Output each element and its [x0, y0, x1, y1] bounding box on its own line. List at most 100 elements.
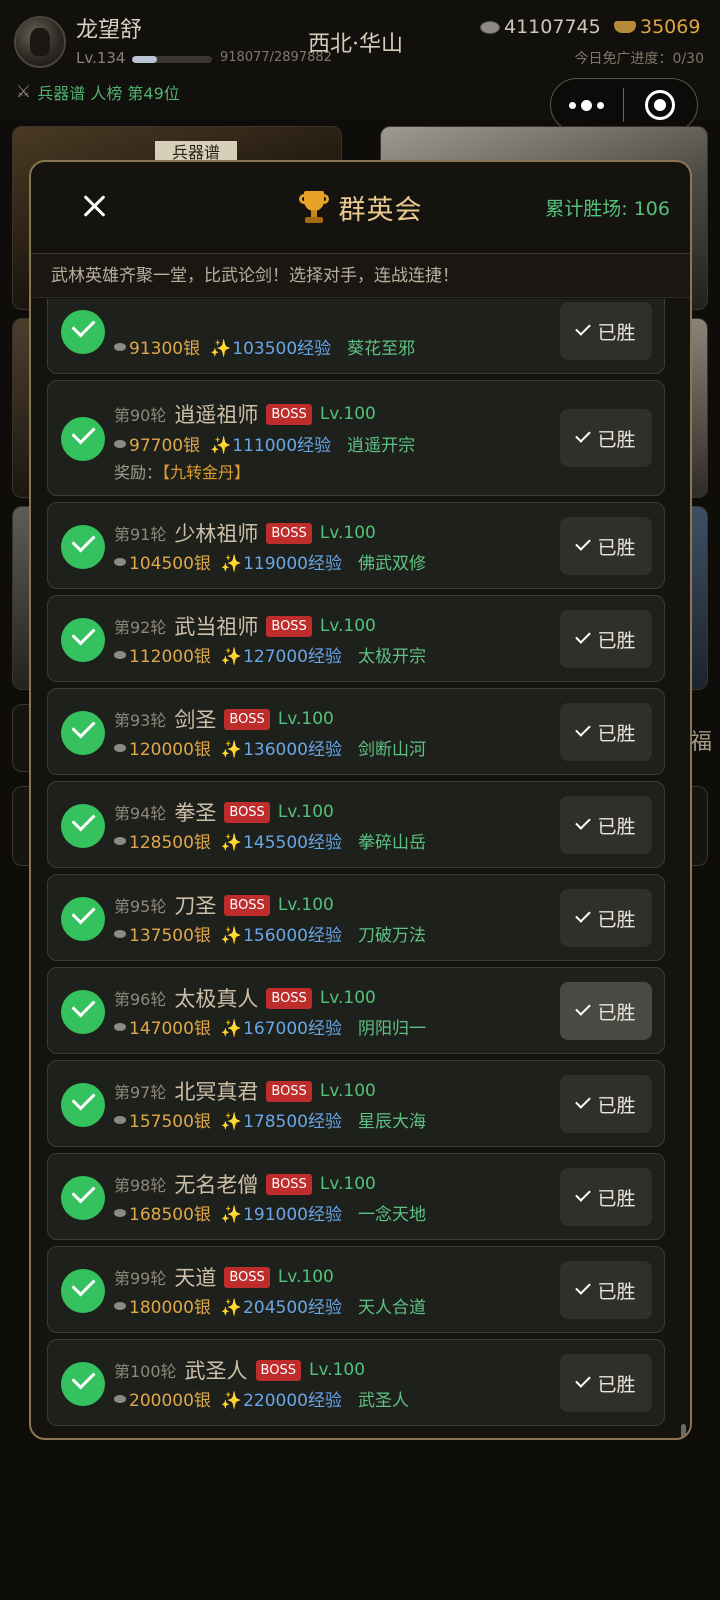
exp-reward-text: 145500经验	[243, 833, 342, 853]
opponent-row: 第96轮 太极真人 BOSS Lv.100 147000银 ✨167000经验 阴阳归一 已胜	[47, 967, 665, 1054]
opponent-header: 第98轮 无名老僧 BOSS Lv.100	[114, 1169, 376, 1199]
exp-reward-text: 119000经验	[243, 554, 342, 574]
won-button[interactable]: 已胜	[560, 703, 652, 761]
avatar[interactable]	[14, 16, 66, 68]
trophy-icon	[298, 190, 329, 225]
opponent-level: Lv.100	[277, 1267, 334, 1287]
opponent-name: 刀圣	[174, 894, 217, 918]
check-icon	[61, 525, 105, 569]
check-icon	[61, 897, 105, 941]
opponent-rewards: 91300银 ✨103500经验 葵花至邪	[114, 334, 415, 359]
player-level: Lv.134	[76, 49, 126, 67]
won-label: 已胜	[597, 722, 636, 745]
won-button[interactable]: 已胜	[560, 1261, 652, 1319]
opponent-row: 第95轮 刀圣 BOSS Lv.100 137500银 ✨156000经验 刀破万法 已胜	[47, 874, 665, 961]
checkmark-icon	[575, 721, 592, 737]
won-button[interactable]: 已胜	[560, 1354, 652, 1412]
opponent-level: Lv.100	[277, 709, 334, 729]
sparkle-icon: ✨	[220, 1019, 243, 1039]
exp-reward: ✨103500经验	[210, 334, 331, 359]
skill-name: 葵花至邪	[347, 339, 416, 359]
exp-reward-text: 167000经验	[243, 1019, 342, 1039]
silver-reward: 104500银	[114, 549, 211, 574]
skill-name: 剑断山河	[357, 740, 426, 760]
checkmark-icon	[575, 1000, 592, 1016]
round-label: 第100轮	[114, 1362, 177, 1381]
scrollbar[interactable]	[681, 1424, 686, 1438]
player-name: 龙望舒	[76, 18, 143, 43]
boss-badge: BOSS	[224, 801, 270, 823]
sparkle-icon: ✨	[220, 1205, 243, 1225]
won-button[interactable]: 已胜	[560, 1075, 652, 1133]
checkmark-icon	[575, 1093, 592, 1109]
check-icon	[61, 990, 105, 1034]
check-icon	[61, 618, 105, 662]
coin-icon	[114, 342, 126, 351]
sparkle-icon: ✨	[210, 436, 232, 456]
more-icon[interactable]	[551, 79, 623, 131]
opponent-header: 第100轮 武圣人 BOSS Lv.100	[114, 1355, 365, 1385]
won-button[interactable]: 已胜	[560, 517, 652, 575]
reward-item: 【九转金丹】	[162, 463, 251, 482]
exp-reward-text: 156000经验	[243, 926, 342, 946]
exp-reward: ✨111000经验	[210, 431, 331, 456]
boss-badge: BOSS	[266, 615, 312, 637]
silver-reward-text: 168500银	[129, 1205, 211, 1225]
opponent-level: Lv.100	[277, 802, 334, 822]
opponent-rewards: 137500银 ✨156000经验 刀破万法	[114, 921, 426, 946]
won-button[interactable]: 已胜	[560, 409, 652, 467]
round-label: 第98轮	[114, 1176, 167, 1195]
won-button[interactable]: 已胜	[560, 1168, 652, 1226]
opponent-row: 第91轮 少林祖师 BOSS Lv.100 104500银 ✨119000经验 佛武双修 已胜	[47, 502, 665, 589]
exp-reward: ✨220000经验	[221, 1386, 342, 1411]
won-button[interactable]: 已胜	[560, 610, 652, 668]
skill-name: 佛武双修	[357, 554, 426, 574]
silver-reward-text: 91300银	[129, 339, 201, 359]
coin-icon	[114, 929, 126, 938]
exp-reward: ✨204500经验	[221, 1293, 342, 1318]
coin-icon	[114, 743, 126, 752]
gold-amount: 35069	[640, 16, 701, 38]
opponent-rewards: 147000银 ✨167000经验 阴阳归一	[114, 1014, 426, 1039]
round-label: 第97轮	[114, 1083, 167, 1102]
silver-balance: 41107745	[480, 16, 601, 38]
silver-reward-text: 120000银	[129, 740, 211, 760]
coin-icon	[114, 650, 126, 659]
won-label: 已胜	[597, 815, 636, 838]
miniapp-capsule	[550, 78, 698, 132]
opponent-row: 第98轮 无名老僧 BOSS Lv.100 168500银 ✨191000经验 一念天地 已胜	[47, 1153, 665, 1240]
opponent-level: Lv.100	[319, 1081, 376, 1101]
exp-reward-text: 111000经验	[232, 436, 332, 456]
location-title[interactable]: 西北·华山	[308, 26, 403, 58]
sparkle-icon: ✨	[220, 740, 243, 760]
checkmark-icon	[575, 427, 592, 443]
capsule-close-icon[interactable]	[624, 79, 698, 131]
exp-reward: ✨191000经验	[221, 1200, 342, 1225]
won-label: 已胜	[597, 1094, 636, 1117]
checkmark-icon	[575, 814, 592, 830]
check-icon	[61, 711, 105, 755]
opponent-header: 第92轮 武当祖师 BOSS Lv.100	[114, 611, 376, 641]
weapon-rank[interactable]: ⚔ 兵器谱 人榜 第49位	[16, 80, 180, 104]
opponent-row: 第99轮 天道 BOSS Lv.100 180000银 ✨204500经验 天人合道 已胜	[47, 1246, 665, 1333]
opponent-name: 北冥真君	[174, 1080, 259, 1104]
check-icon	[61, 1362, 105, 1406]
opponent-header: 第95轮 刀圣 BOSS Lv.100	[114, 890, 334, 920]
won-button[interactable]: 已胜	[560, 889, 652, 947]
silver-reward: 180000银	[114, 1293, 211, 1318]
skill-name: 星辰大海	[357, 1112, 426, 1132]
opponent-row: 91300银 ✨103500经验 葵花至邪 已胜	[47, 299, 665, 374]
opponent-level: Lv.100	[308, 1360, 366, 1380]
round-label: 第94轮	[114, 804, 167, 823]
won-button[interactable]: 已胜	[560, 796, 652, 854]
round-label: 第96轮	[114, 990, 167, 1009]
won-button[interactable]: 已胜	[560, 982, 652, 1040]
coin-icon	[114, 1301, 126, 1310]
opponent-name: 武当祖师	[174, 615, 259, 639]
silver-reward-text: 200000银	[129, 1391, 211, 1411]
sparkle-icon: ✨	[220, 833, 243, 853]
opponent-list[interactable]: 91300银 ✨103500经验 葵花至邪 已胜 第90轮 逍遥祖师 BOSS Lv.100 9…	[31, 299, 690, 1438]
coin-icon	[114, 836, 126, 845]
opponent-row: 第92轮 武当祖师 BOSS Lv.100 112000银 ✨127000经验 太极开宗 已胜	[47, 595, 665, 682]
won-button[interactable]: 已胜	[560, 302, 652, 360]
